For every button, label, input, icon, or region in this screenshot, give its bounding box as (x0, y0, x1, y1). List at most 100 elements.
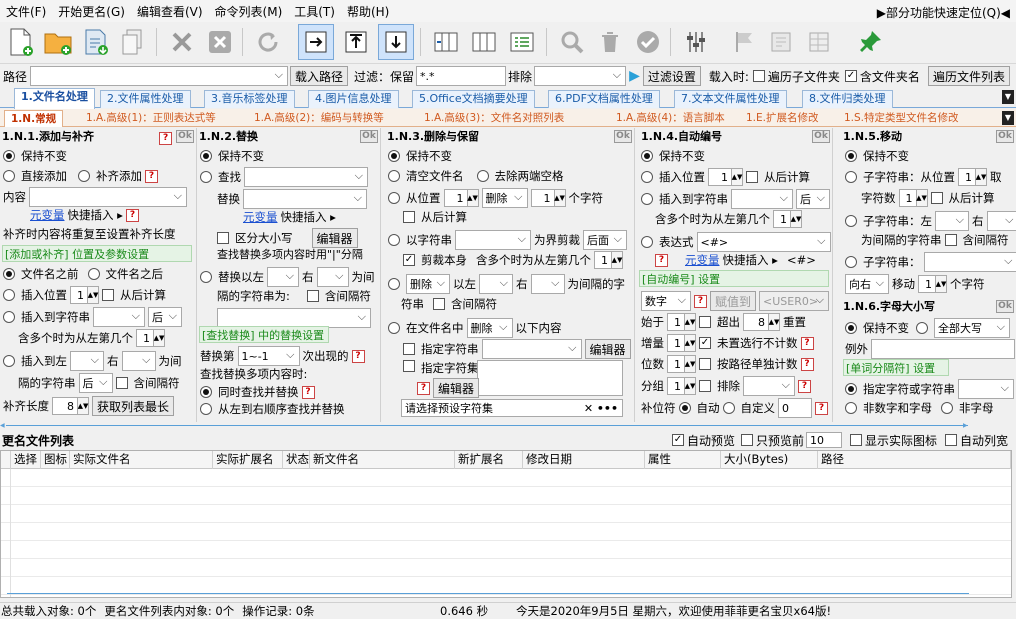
copy-list-icon[interactable] (116, 24, 152, 60)
table-doc-icon[interactable] (802, 24, 838, 60)
quick-locate-button[interactable]: ▶部分功能快速定位(Q)◀ (877, 4, 1010, 21)
after-radio[interactable] (87, 268, 100, 280)
editor-button[interactable]: 编辑器 (433, 378, 480, 398)
nth-stepper[interactable]: 1 ▲▼ (773, 210, 802, 228)
tab-adv-encoding[interactable]: 1.A.高级(2)：编码与转换等 (248, 110, 390, 127)
from-back-checkbox[interactable] (102, 289, 114, 301)
tabs-scroll-icon[interactable]: ▼ (1002, 90, 1014, 104)
help-icon[interactable]: ? (800, 336, 814, 350)
simul-radio[interactable] (200, 386, 212, 398)
user-combobox[interactable]: <USER0> (759, 291, 830, 311)
contain-sep-checkbox[interactable] (944, 234, 957, 246)
traverse-subfolders-checkbox[interactable] (752, 70, 765, 82)
tab-filename[interactable]: 1.文件名处理 (14, 88, 95, 109)
from-back-checkbox[interactable] (930, 192, 943, 204)
col-attr[interactable]: 属性 (645, 451, 721, 469)
tab-general[interactable]: 1.N.常规 (4, 110, 64, 127)
case-checkbox[interactable] (217, 232, 229, 244)
help-icon[interactable]: ? (694, 294, 707, 308)
close-more-icon[interactable]: ✕ ••• (584, 402, 618, 415)
ok-button[interactable]: Ok (996, 129, 1014, 143)
num-type-combobox[interactable]: 数字 (641, 291, 691, 311)
search-icon[interactable] (554, 24, 590, 60)
ok-button[interactable]: Ok (360, 129, 378, 143)
del-between-radio[interactable] (388, 278, 400, 290)
fetch-max-button[interactable]: 获取列表最长 (92, 396, 175, 416)
var-link[interactable]: 元变量 (30, 207, 65, 223)
col-actual-ext[interactable]: 实际扩展名 (213, 451, 283, 469)
by-str-radio[interactable] (388, 234, 400, 246)
right-combobox[interactable] (121, 351, 156, 371)
help-icon[interactable]: ? (800, 357, 814, 371)
custom-radio[interactable] (722, 402, 735, 414)
settings-sliders-icon[interactable] (678, 24, 714, 60)
contain-sep-checkbox[interactable] (306, 290, 319, 302)
replace-lr-radio[interactable] (200, 271, 212, 283)
bound-combobox[interactable] (455, 230, 531, 250)
tab-ext-modify[interactable]: 1.E.扩展名修改 (740, 110, 825, 127)
quick-insert-menu[interactable]: 快捷插入 ▸ (723, 252, 778, 268)
delete-combobox[interactable]: 删除 (481, 188, 528, 208)
col-modified[interactable]: 修改日期 (523, 451, 645, 469)
ok-button[interactable]: Ok (812, 129, 830, 143)
clip-self-checkbox[interactable]: ✓ (403, 254, 415, 266)
edit-doc-icon[interactable] (764, 24, 800, 60)
expr-radio[interactable] (641, 236, 653, 248)
menu-file[interactable]: 文件(F) (0, 3, 52, 20)
sub-from-radio[interactable] (845, 171, 857, 183)
col-status[interactable]: 状态 (283, 451, 310, 469)
spec-combobox[interactable] (958, 379, 1014, 399)
in-name-combobox[interactable]: 删除 (466, 318, 513, 338)
left-combobox[interactable] (70, 351, 104, 371)
editor-button[interactable]: 编辑器 (584, 339, 631, 359)
keep-radio[interactable] (388, 150, 400, 162)
nth-combobox[interactable]: 1~-1 (237, 346, 300, 366)
right-combobox[interactable] (316, 267, 349, 287)
keep-radio[interactable] (3, 150, 15, 162)
sub-from-stepper[interactable]: 1 ▲▼ (958, 168, 987, 186)
spec-str-checkbox[interactable] (403, 343, 415, 355)
trim-radio[interactable] (476, 170, 489, 182)
case-mode-combobox[interactable]: 全部大写 (934, 318, 1010, 338)
keep-radio[interactable] (845, 150, 857, 162)
help-icon[interactable]: ? (301, 385, 315, 399)
path-combobox[interactable] (30, 66, 289, 86)
insert-pos-radio[interactable] (3, 289, 15, 301)
pad-len-stepper[interactable]: 8 ▲▼ (52, 397, 89, 415)
add-direct-radio[interactable] (3, 170, 15, 182)
splitter[interactable]: ◀ ▶ (0, 422, 1016, 429)
insert-pos-stepper[interactable]: 1 ▲▼ (70, 286, 99, 304)
add-folder-icon[interactable] (40, 24, 76, 60)
editor-button[interactable]: 编辑器 (311, 228, 358, 248)
menu-tools[interactable]: 工具(T) (288, 3, 341, 20)
quick-insert-menu[interactable]: 快捷插入 ▸ (68, 207, 123, 223)
exclude-combobox[interactable] (743, 376, 795, 396)
tab-adv-script[interactable]: 1.A.高级(4)：语言脚本 (610, 110, 731, 127)
menu-edit-view[interactable]: 编辑查看(V) (131, 3, 209, 20)
ok-button[interactable]: Ok (176, 129, 194, 143)
contain-sep-checkbox[interactable] (115, 377, 128, 389)
insert-pos-stepper[interactable]: 1 ▲▼ (708, 168, 743, 186)
var-link[interactable]: 元变量 (243, 209, 278, 225)
insert-left-radio[interactable] (3, 355, 15, 367)
keep-case-radio[interactable] (845, 322, 857, 334)
left-combobox[interactable] (267, 267, 299, 287)
direction-combobox[interactable]: 向右 (845, 274, 889, 294)
insert-str-combobox[interactable] (731, 189, 793, 209)
col-path[interactable]: 路径 (818, 451, 1011, 469)
pin-icon[interactable] (852, 24, 888, 60)
step-stepper[interactable]: 1 ▲▼ (667, 334, 696, 352)
import-icon[interactable] (78, 24, 114, 60)
del-between-combobox[interactable]: 删除 (406, 274, 450, 294)
overflow-checkbox[interactable] (699, 316, 711, 328)
tab-specific-type[interactable]: 1.S.特定类型文件名修改 (838, 110, 965, 127)
help-icon[interactable]: ? (798, 379, 811, 393)
sub-radio[interactable] (845, 256, 857, 268)
exclude-combobox[interactable] (534, 66, 627, 86)
move-bottom-icon[interactable] (378, 24, 414, 60)
include-folder-checkbox[interactable]: ✓ (844, 70, 857, 82)
sub-combobox[interactable] (923, 252, 1016, 272)
move-right-icon[interactable] (298, 24, 334, 60)
replace-combobox[interactable] (243, 189, 367, 209)
spec-set-checkbox[interactable] (403, 360, 415, 372)
